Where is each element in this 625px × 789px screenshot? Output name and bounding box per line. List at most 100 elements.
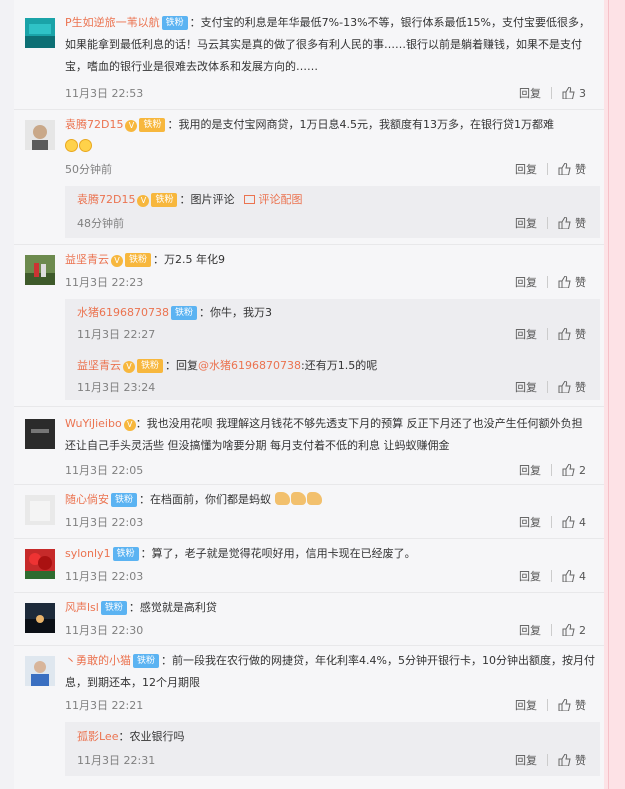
like-count: 赞: [575, 217, 586, 230]
username[interactable]: WuYiJieibo: [65, 417, 122, 430]
timestamp: 11月3日 23:24: [77, 381, 156, 394]
thumbs-up-icon: [558, 754, 571, 766]
like-button[interactable]: 赞: [558, 752, 586, 768]
like-button[interactable]: 2: [562, 623, 586, 637]
comment-item: 丶勇敢的小猫 铁粉 ：前一段我在农行做的网捷贷，年化利率4.4%，5分钟开银行卡，1…: [14, 646, 604, 789]
thumbs-up-icon: [562, 463, 575, 476]
fan-badge[interactable]: 铁粉: [171, 306, 198, 320]
timestamp: 48分钟前: [77, 217, 124, 230]
like-button[interactable]: 4: [562, 569, 586, 583]
vip-icon: V: [137, 195, 150, 207]
like-button[interactable]: 3: [562, 86, 586, 100]
fan-badge[interactable]: 铁粉: [112, 547, 139, 561]
comment-text: ：图片评论: [179, 193, 235, 206]
username[interactable]: 袁腾72D15: [65, 118, 123, 131]
avatar[interactable]: [25, 603, 55, 633]
fan-badge[interactable]: 铁粉: [161, 16, 188, 30]
username[interactable]: 水猪6196870738: [77, 306, 169, 319]
username[interactable]: 袁腾72D15: [77, 193, 135, 206]
fan-badge[interactable]: 铁粉: [111, 493, 138, 507]
avatar[interactable]: [25, 120, 55, 150]
mention-link[interactable]: @水猪6196870738: [198, 359, 301, 372]
thumbs-up-icon: [562, 569, 575, 582]
like-button[interactable]: 赞: [558, 379, 586, 395]
comment-list: P生如逆旅一苇以航 铁粉 ：支付宝的利息是年华最低7%-13%不等，银行体系最低15…: [14, 0, 604, 789]
comment-text: ：我也没用花呗 我理解这月钱花不够先透支下月的预算 反正下月还了也没产生任何额外…: [65, 417, 583, 452]
like-button[interactable]: 赞: [558, 161, 586, 177]
like-count: 赞: [575, 163, 586, 176]
strong-arm-emoji-icon: [274, 492, 290, 505]
reply-button[interactable]: 回复: [519, 85, 541, 101]
username[interactable]: P生如逆旅一苇以航: [65, 16, 160, 29]
like-button[interactable]: 2: [562, 463, 586, 477]
comment-text: ：我用的是支付宝网商贷，1万日息4.5元，我额度有13万多，在银行贷1万都难: [167, 118, 554, 131]
reply-button[interactable]: 回复: [515, 697, 537, 713]
avatar[interactable]: [25, 656, 55, 686]
like-button[interactable]: 赞: [558, 274, 586, 290]
username[interactable]: 孤影Lee: [77, 730, 118, 743]
timestamp: 11月3日 22:53: [65, 87, 144, 100]
comment-item: WuYiJieibo V ：我也没用花呗 我理解这月钱花不够先透支下月的预算 反正下…: [14, 407, 604, 485]
avatar[interactable]: [25, 549, 55, 579]
avatar[interactable]: [25, 419, 55, 449]
laugh-cry-emoji-icon: [65, 139, 78, 152]
username[interactable]: sylonly1: [65, 547, 111, 560]
username[interactable]: 益坚青云: [77, 359, 121, 372]
divider: [551, 516, 552, 528]
reply-button[interactable]: 回复: [515, 215, 537, 231]
comment-text: ：万2.5 年化9: [153, 253, 226, 266]
like-count: 4: [579, 569, 586, 583]
sub-comment: 孤影Lee：农业银行吗 11月3日 22:31 回复 赞: [65, 722, 600, 776]
fan-badge[interactable]: 铁粉: [125, 253, 152, 267]
like-count: 赞: [575, 328, 586, 341]
thumbs-up-icon: [558, 276, 571, 288]
thumbs-up-icon: [562, 515, 575, 528]
fan-badge[interactable]: 铁粉: [151, 193, 178, 207]
fan-badge[interactable]: 铁粉: [133, 654, 160, 668]
laugh-cry-emoji-icon: [79, 139, 92, 152]
comment-text: ：你牛，我万3: [199, 306, 273, 319]
comment-item: sylonly1 铁粉 ：算了，老子就是觉得花呗好用，信用卡现在已经废了。 11月3…: [14, 539, 604, 593]
thumbs-up-icon: [558, 699, 571, 711]
reply-button[interactable]: 回复: [515, 274, 537, 290]
timestamp: 50分钟前: [65, 163, 112, 176]
thumbs-up-icon: [562, 86, 575, 99]
avatar[interactable]: [25, 18, 55, 48]
like-button[interactable]: 赞: [558, 215, 586, 231]
fan-badge[interactable]: 铁粉: [137, 359, 164, 373]
username[interactable]: 益坚青云: [65, 253, 109, 266]
divider: [547, 163, 548, 175]
like-button[interactable]: 4: [562, 515, 586, 529]
comment-text: :还有万1.5的呢: [301, 359, 378, 372]
like-count: 赞: [575, 381, 586, 394]
reply-button[interactable]: 回复: [519, 514, 541, 530]
comment-item: 益坚青云 V 铁粉 ：万2.5 年化9 11月3日 22:23 回复 赞 水猪6196…: [14, 245, 604, 407]
reply-button[interactable]: 回复: [519, 622, 541, 638]
divider: [547, 754, 548, 766]
like-count: 赞: [575, 276, 586, 289]
reply-button[interactable]: 回复: [515, 752, 537, 768]
reply-button[interactable]: 回复: [515, 379, 537, 395]
reply-button[interactable]: 回复: [519, 568, 541, 584]
reply-button[interactable]: 回复: [515, 161, 537, 177]
username[interactable]: 风声lsl: [65, 601, 99, 614]
timestamp: 11月3日 22:31: [77, 754, 156, 767]
divider: [547, 381, 548, 393]
strong-arm-emoji-icon: [290, 492, 306, 505]
thumbs-up-icon: [562, 623, 575, 636]
fan-badge[interactable]: 铁粉: [100, 601, 127, 615]
avatar[interactable]: [25, 255, 55, 285]
vip-icon: V: [123, 361, 135, 373]
avatar[interactable]: [25, 495, 55, 525]
like-button[interactable]: 赞: [558, 697, 586, 713]
comment-item: P生如逆旅一苇以航 铁粉 ：支付宝的利息是年华最低7%-13%不等，银行体系最低15…: [14, 0, 604, 110]
username[interactable]: 随心倘安: [65, 493, 109, 506]
like-button[interactable]: 赞: [558, 326, 586, 342]
username[interactable]: 丶勇敢的小猫: [65, 654, 131, 667]
reply-button[interactable]: 回复: [515, 326, 537, 342]
timestamp: 11月3日 22:27: [77, 328, 156, 341]
fan-badge[interactable]: 铁粉: [139, 118, 166, 132]
vip-icon: V: [125, 120, 138, 132]
image-comment-link[interactable]: 评论配图: [258, 193, 302, 206]
reply-button[interactable]: 回复: [519, 462, 541, 478]
